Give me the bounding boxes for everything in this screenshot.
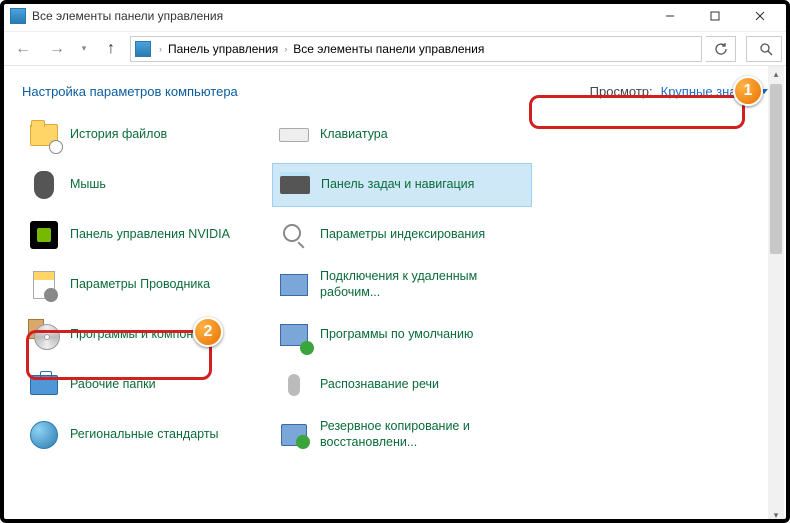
taskbar-icon bbox=[279, 169, 311, 201]
item-taskbar-navigation[interactable]: Панель задач и навигация bbox=[272, 163, 532, 207]
item-label: История файлов bbox=[70, 127, 167, 143]
item-label: Программы по умолчанию bbox=[320, 327, 473, 343]
item-label: Параметры индексирования bbox=[320, 227, 485, 243]
item-label: Панель задач и навигация bbox=[321, 177, 474, 193]
item-regional[interactable]: Региональные стандарты bbox=[22, 413, 262, 457]
indexing-icon bbox=[278, 219, 310, 251]
page-title: Настройка параметров компьютера bbox=[22, 84, 238, 99]
item-explorer-options[interactable]: Параметры Проводника bbox=[22, 263, 262, 307]
item-programs-and-features[interactable]: Программы и компоненты bbox=[22, 313, 262, 357]
item-speech[interactable]: Распознавание речи bbox=[272, 363, 532, 407]
explorer-options-icon bbox=[28, 269, 60, 301]
crumb-separator: › bbox=[159, 44, 162, 54]
nvidia-icon bbox=[28, 219, 60, 251]
search-box[interactable] bbox=[746, 36, 782, 62]
breadcrumb-current[interactable]: Все элементы панели управления bbox=[289, 40, 488, 58]
maximize-button[interactable] bbox=[692, 2, 737, 30]
crumb-separator: › bbox=[284, 44, 287, 54]
backup-icon bbox=[278, 419, 310, 451]
item-file-history[interactable]: История файлов bbox=[22, 113, 262, 157]
annotation-badge-1: 1 bbox=[733, 76, 763, 106]
address-icon bbox=[135, 41, 151, 57]
programs-features-icon bbox=[28, 319, 60, 351]
view-label: Просмотр: bbox=[590, 84, 653, 99]
close-button[interactable] bbox=[737, 2, 782, 30]
default-programs-icon bbox=[278, 319, 310, 351]
scroll-up-icon[interactable]: ▴ bbox=[768, 66, 784, 82]
item-label: Клавиатура bbox=[320, 127, 388, 143]
item-remote-desktop[interactable]: Подключения к удаленным рабочим... bbox=[272, 263, 532, 307]
content-area: Настройка параметров компьютера Просмотр… bbox=[0, 66, 790, 523]
remote-desktop-icon bbox=[278, 269, 310, 301]
window-title: Все элементы панели управления bbox=[32, 9, 223, 23]
item-label: Распознавание речи bbox=[320, 377, 439, 393]
item-label: Панель управления NVIDIA bbox=[70, 227, 230, 243]
forward-button[interactable]: → bbox=[42, 35, 72, 63]
item-nvidia[interactable]: Панель управления NVIDIA bbox=[22, 213, 262, 257]
control-panel-window: Все элементы панели управления ← → ▾ ↑ ›… bbox=[0, 0, 790, 523]
regional-icon bbox=[28, 419, 60, 451]
file-history-icon bbox=[28, 119, 60, 151]
item-work-folders[interactable]: Рабочие папки bbox=[22, 363, 262, 407]
item-label: Подключения к удаленным рабочим... bbox=[320, 269, 526, 300]
keyboard-icon bbox=[278, 119, 310, 151]
item-label: Мышь bbox=[70, 177, 106, 193]
titlebar: Все элементы панели управления bbox=[0, 0, 790, 32]
item-keyboard[interactable]: Клавиатура bbox=[272, 113, 532, 157]
annotation-badge-2: 2 bbox=[193, 317, 223, 347]
scroll-thumb[interactable] bbox=[770, 84, 782, 254]
back-button[interactable]: ← bbox=[8, 35, 38, 63]
up-button[interactable]: ↑ bbox=[96, 35, 126, 63]
item-backup[interactable]: Резервное копирование и восстановлени... bbox=[272, 413, 532, 457]
item-label: Параметры Проводника bbox=[70, 277, 210, 293]
nav-row: ← → ▾ ↑ › Панель управления › Все элемен… bbox=[0, 32, 790, 66]
item-default-programs[interactable]: Программы по умолчанию bbox=[272, 313, 532, 357]
vertical-scrollbar[interactable]: ▴ ▾ bbox=[768, 66, 784, 523]
item-indexing[interactable]: Параметры индексирования bbox=[272, 213, 532, 257]
address-bar[interactable]: › Панель управления › Все элементы панел… bbox=[130, 36, 702, 62]
item-mouse[interactable]: Мышь bbox=[22, 163, 262, 207]
control-panel-icon bbox=[10, 8, 26, 24]
history-dropdown[interactable]: ▾ bbox=[76, 35, 92, 63]
breadcrumb-root[interactable]: Панель управления bbox=[164, 40, 282, 58]
minimize-button[interactable] bbox=[647, 2, 692, 30]
mouse-icon bbox=[28, 169, 60, 201]
item-label: Рабочие папки bbox=[70, 377, 156, 393]
scroll-down-icon[interactable]: ▾ bbox=[768, 507, 784, 523]
refresh-button[interactable] bbox=[706, 36, 736, 62]
item-label: Региональные стандарты bbox=[70, 427, 219, 443]
item-label: Резервное копирование и восстановлени... bbox=[320, 419, 526, 450]
items-column-right: Клавиатура Панель задач и навигация Пара… bbox=[272, 113, 532, 457]
items-column-left: История файлов Мышь Панель управления NV… bbox=[22, 113, 262, 457]
work-folders-icon bbox=[28, 369, 60, 401]
speech-icon bbox=[278, 369, 310, 401]
